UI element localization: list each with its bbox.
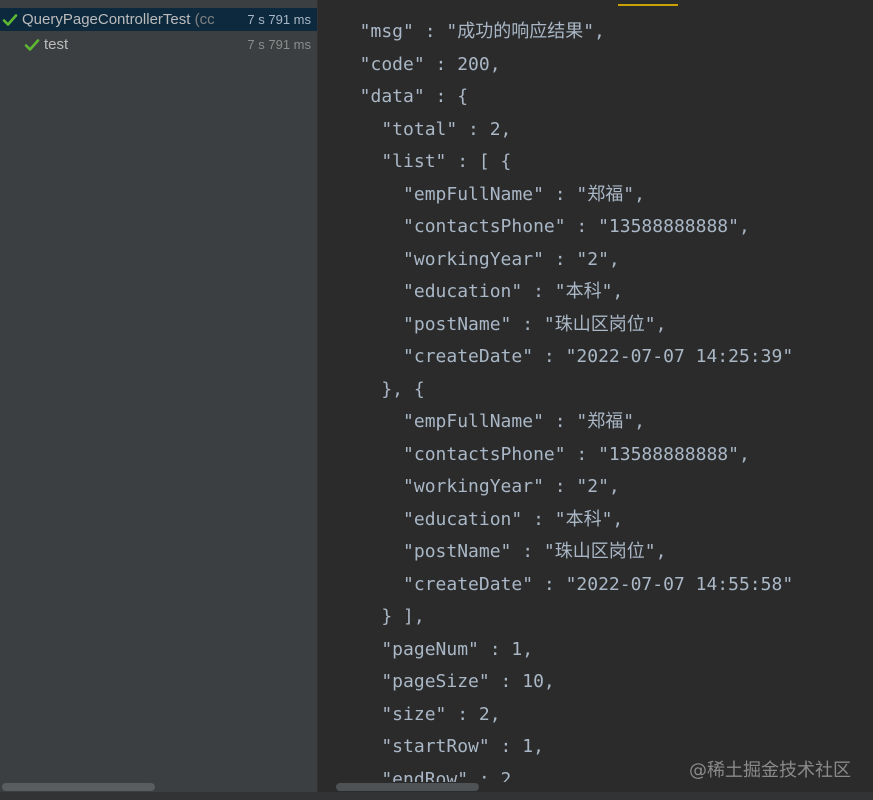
console-line: "education" : "本科", xyxy=(338,281,624,302)
test-duration: 7 s 791 ms xyxy=(247,37,311,52)
console-line: "workingYear" : "2", xyxy=(338,476,620,497)
console-line: "postName" : "珠山区岗位", xyxy=(338,541,667,562)
tree-item[interactable]: QueryPageControllerTest (cc 7 s 791 ms xyxy=(0,8,317,31)
console-line: "size" : 2, xyxy=(338,703,501,725)
check-icon xyxy=(24,38,40,51)
cut-off-line-remnant xyxy=(618,0,678,6)
test-name: test xyxy=(44,36,69,53)
tree-horizontal-scrollbar[interactable] xyxy=(0,782,317,792)
console-line: "postName" : "珠山区岗位", xyxy=(338,313,667,335)
scrollbar-thumb[interactable] xyxy=(2,783,155,791)
console-line: }, { xyxy=(338,378,425,400)
console-line: "contactsPhone" : "13588888888", xyxy=(338,216,750,237)
scrollbar-thumb[interactable] xyxy=(336,783,479,791)
tree-item-label: QueryPageControllerTest (cc xyxy=(22,11,243,28)
test-name: QueryPageControllerTest xyxy=(22,11,191,28)
test-results-tree: QueryPageControllerTest (cc 7 s 791 ms tes… xyxy=(0,0,317,800)
test-duration: 7 s 791 ms xyxy=(247,12,311,27)
console-line: "total" : 2, xyxy=(338,118,512,140)
watermark: @稀土掘金技术社区 xyxy=(689,760,851,781)
console-line: "pageSize" : 10, xyxy=(338,671,555,692)
console-line: "createDate" : "2022-07-07 14:55:58" xyxy=(338,573,794,595)
console-line: "list" : [ { xyxy=(338,151,512,172)
console-line: "workingYear" : "2", xyxy=(338,248,620,270)
console-line: "startRow" : 1, xyxy=(338,736,544,757)
console-output: "msg" : "成功的响应结果", "code" : 200, "data" … xyxy=(318,0,873,800)
test-name-suffix: (cc xyxy=(190,11,215,28)
console-line: "data" : { xyxy=(338,86,469,107)
console-line: "msg" : "成功的响应结果", xyxy=(338,21,605,42)
console-line: "empFullName" : "郑福", xyxy=(338,411,645,432)
tree-item-label: test xyxy=(44,36,243,53)
console-line: "pageNum" : 1, xyxy=(338,638,534,660)
console-line: "code" : 200, xyxy=(338,53,501,75)
check-icon xyxy=(2,13,18,26)
tree-item[interactable]: test 7 s 791 ms xyxy=(0,33,317,56)
console-line: "empFullName" : "郑福", xyxy=(338,183,645,205)
console-line: } ], xyxy=(338,606,425,627)
console-line: "contactsPhone" : "13588888888", xyxy=(338,443,750,465)
panel-bottom-edge xyxy=(0,792,317,800)
console-line: "createDate" : "2022-07-07 14:25:39" xyxy=(338,346,794,367)
console-line: "education" : "本科", xyxy=(338,508,624,530)
console-bottom-edge xyxy=(318,792,873,800)
console-horizontal-scrollbar[interactable] xyxy=(318,782,873,792)
